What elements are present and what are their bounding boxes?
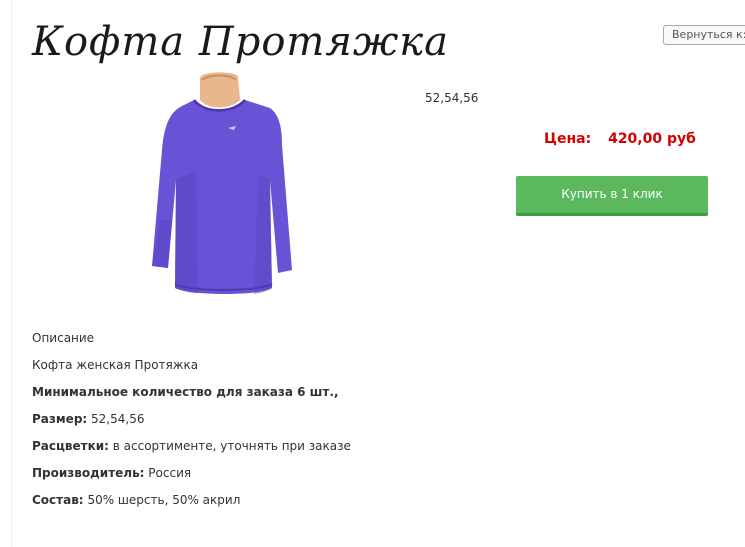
colors-value: в ассортименте, уточнять при заказе <box>112 439 351 453</box>
price-value: 420,00 руб <box>608 131 696 147</box>
price-label: Цена: <box>544 131 592 147</box>
maker-label: Производитель: <box>32 466 145 480</box>
colors-label: Расцветки: <box>32 439 109 453</box>
composition-value: 50% шерсть, 50% акрил <box>87 493 241 507</box>
product-image[interactable] <box>130 70 320 328</box>
product-page: Кофта Протяжка Вернуться к: 52,54,56 Цен… <box>0 0 745 547</box>
size-label: Размер: <box>32 412 88 426</box>
size-row: Размер: 52,54,56 <box>32 411 632 438</box>
product-title: Кофта Протяжка <box>32 19 450 65</box>
sweater-image <box>152 72 292 294</box>
product-description: Описание Кофта женская Протяжка Минималь… <box>32 330 632 519</box>
description-heading: Описание <box>32 331 95 345</box>
colors-row: Расцветки: в ассортименте, уточнять при … <box>32 438 632 465</box>
product-sizes-summary: 52,54,56 <box>425 91 479 105</box>
description-intro: Кофта женская Протяжка <box>32 358 199 372</box>
content-left-border <box>11 0 12 547</box>
composition-label: Состав: <box>32 493 84 507</box>
back-button[interactable]: Вернуться к: <box>663 25 745 45</box>
buy-one-click-button[interactable]: Купить в 1 клик <box>516 176 708 216</box>
price-row: Цена: 420,00 руб <box>544 131 696 147</box>
maker-row: Производитель: Россия <box>32 465 632 492</box>
min-order-note: Минимальное количество для заказа 6 шт., <box>32 384 632 411</box>
size-value: 52,54,56 <box>91 412 145 426</box>
composition-row: Состав: 50% шерсть, 50% акрил <box>32 492 632 519</box>
maker-value: Россия <box>148 466 192 480</box>
min-order-text: Минимальное количество для заказа 6 шт., <box>32 385 339 399</box>
